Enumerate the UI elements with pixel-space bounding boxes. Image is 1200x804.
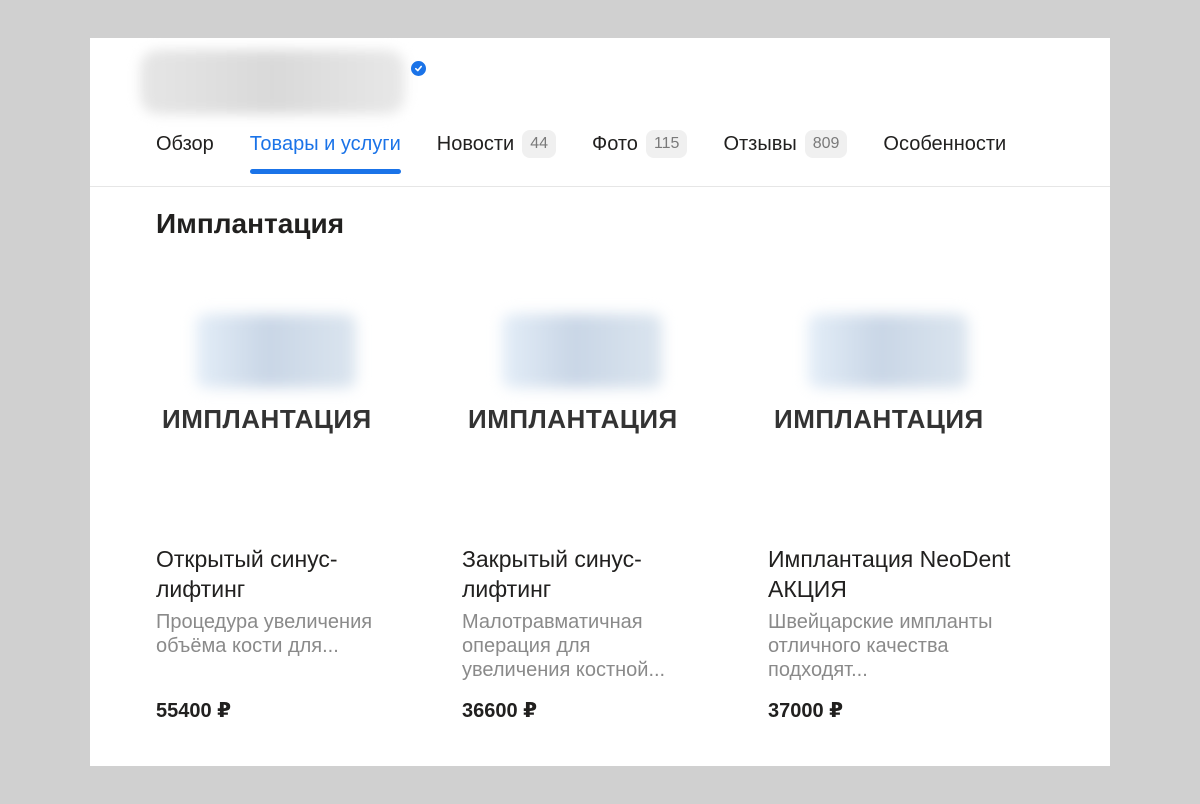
product-description: Швейцарские импланты отличного качества … bbox=[768, 611, 993, 681]
tab-count-badge: 44 bbox=[522, 130, 556, 158]
tab-label: Товары и услуги bbox=[249, 132, 401, 155]
organization-name-blurred bbox=[140, 50, 405, 114]
product-image: ИМПЛАНТАЦИЯ bbox=[156, 308, 386, 478]
product-price: 55400 ₽ bbox=[156, 700, 232, 722]
product-description: Процедура увеличения объёма кости для... bbox=[156, 611, 373, 657]
product-image-label: ИМПЛАНТАЦИЯ bbox=[468, 404, 678, 434]
product-card[interactable]: ИМПЛАНТАЦИЯ Закрытый синус-лифтинг Малот… bbox=[462, 308, 768, 748]
product-image-label: ИМПЛАНТАЦИЯ bbox=[162, 404, 372, 434]
product-title: Открытый синус-лифтинг bbox=[156, 546, 338, 602]
product-title: Закрытый синус-лифтинг bbox=[462, 546, 642, 602]
tab-overview[interactable]: Обзор bbox=[156, 128, 214, 160]
tab-label: Особенности bbox=[883, 132, 1007, 155]
header-divider bbox=[90, 186, 1110, 187]
tab-label: Обзор bbox=[156, 132, 214, 155]
product-image-label: ИМПЛАНТАЦИЯ bbox=[774, 404, 984, 434]
tab-label: Фото bbox=[591, 132, 638, 155]
product-image-blurred bbox=[196, 314, 356, 388]
tab-label: Новости bbox=[436, 132, 515, 155]
product-card[interactable]: ИМПЛАНТАЦИЯ Имплантация NeoDent АКЦИЯ Шв… bbox=[768, 308, 1074, 748]
product-price: 37000 ₽ bbox=[768, 700, 844, 722]
product-image: ИМПЛАНТАЦИЯ bbox=[462, 308, 692, 478]
product-description: Малотравматичная операция для увеличения… bbox=[462, 611, 666, 681]
tab-photos[interactable]: Фото 115 bbox=[591, 128, 688, 160]
product-image: ИМПЛАНТАЦИЯ bbox=[768, 308, 998, 478]
tab-label: Отзывы bbox=[723, 132, 797, 155]
product-card[interactable]: ИМПЛАНТАЦИЯ Открытый синус-лифтинг Проце… bbox=[156, 308, 462, 748]
tab-bar: Обзор Товары и услуги Новости 44 Фото 11… bbox=[156, 128, 1042, 174]
verified-check-icon bbox=[411, 61, 426, 76]
product-image-blurred bbox=[502, 314, 662, 388]
tab-products-services[interactable]: Товары и услуги bbox=[249, 128, 401, 174]
tab-news[interactable]: Новости 44 bbox=[437, 128, 556, 160]
product-price: 36600 ₽ bbox=[462, 700, 538, 722]
tab-count-badge: 809 bbox=[804, 130, 848, 158]
product-title: Имплантация NeoDent АКЦИЯ bbox=[768, 546, 1011, 602]
tab-features[interactable]: Особенности bbox=[883, 128, 1006, 160]
organization-card: Обзор Товары и услуги Новости 44 Фото 11… bbox=[90, 38, 1110, 766]
section-title: Имплантация bbox=[156, 208, 345, 239]
tab-count-badge: 115 bbox=[645, 130, 688, 158]
product-image-blurred bbox=[808, 314, 968, 388]
product-list: ИМПЛАНТАЦИЯ Открытый синус-лифтинг Проце… bbox=[156, 308, 1074, 748]
tab-reviews[interactable]: Отзывы 809 bbox=[723, 128, 848, 160]
